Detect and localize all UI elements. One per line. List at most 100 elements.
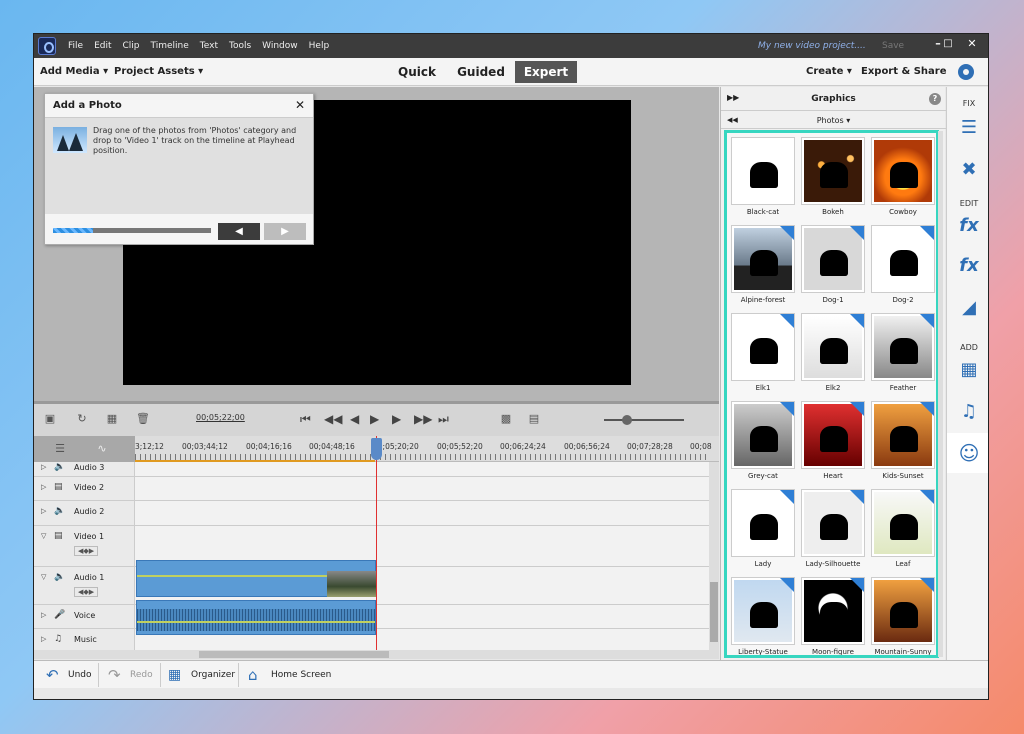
photo-item[interactable]: Elk2	[801, 313, 865, 397]
organizer-icon[interactable]: ▦	[168, 661, 181, 689]
track-settings-icon[interactable]: ☰	[54, 443, 66, 455]
camera-icon[interactable]: ▣	[44, 413, 56, 425]
redo-icon[interactable]: ↷	[108, 661, 121, 689]
photo-item[interactable]: Alpine-forest	[731, 225, 795, 309]
expand-icon[interactable]: ▤	[528, 413, 540, 425]
menu-tools[interactable]: Tools	[229, 34, 251, 58]
popup-prev-button[interactable]: ◀	[218, 223, 260, 240]
photo-item[interactable]: Heart	[801, 401, 865, 485]
play-icon[interactable]: ▶	[370, 412, 379, 426]
menu-edit[interactable]: Edit	[94, 34, 111, 58]
zoom-slider[interactable]	[604, 419, 684, 421]
goto-start-icon[interactable]: ⏮	[300, 412, 311, 426]
redo-button[interactable]: Redo	[130, 661, 153, 689]
effects-controls-icon[interactable]: fx	[957, 215, 981, 237]
menu-timeline[interactable]: Timeline	[151, 34, 189, 58]
track-audio-2[interactable]: ▷ 🔈 Audio 2	[34, 501, 709, 526]
smart-fix-icon[interactable]: ▦	[106, 413, 118, 425]
photo-item[interactable]: Cowboy	[871, 137, 935, 221]
expand-icon[interactable]: ▷	[41, 483, 46, 491]
photo-item[interactable]: Kids-Sunset	[871, 401, 935, 485]
photo-item[interactable]: Dog-1	[801, 225, 865, 309]
photo-item[interactable]: Bokeh	[801, 137, 865, 221]
playhead-handle[interactable]	[371, 438, 382, 460]
panel-scrollbar[interactable]	[938, 131, 943, 657]
timecode-display[interactable]: 00;05;22;00	[196, 413, 245, 422]
expand-icon[interactable]: ▷	[41, 507, 46, 515]
photo-item[interactable]: Liberty-Statue	[731, 577, 795, 655]
menu-clip[interactable]: Clip	[123, 34, 140, 58]
menu-text[interactable]: Text	[200, 34, 218, 58]
photo-item[interactable]: Lady	[731, 489, 795, 573]
back-icon[interactable]: ◀◀	[727, 112, 738, 129]
photo-item[interactable]: Lady-Silhouette	[801, 489, 865, 573]
help-icon[interactable]: ?	[929, 93, 941, 105]
frame-back-icon[interactable]: ◀	[350, 412, 359, 426]
undo-button[interactable]: Undo	[68, 661, 92, 689]
trash-icon[interactable]: 🗑	[136, 413, 150, 425]
photo-item[interactable]: Grey-cat	[731, 401, 795, 485]
audio-wave-icon[interactable]: ∿	[96, 443, 108, 455]
audio-clip[interactable]	[136, 600, 376, 635]
tab-expert[interactable]: Expert	[515, 61, 577, 83]
music-icon[interactable]: ♫	[957, 401, 981, 423]
photo-item[interactable]: Leaf	[871, 489, 935, 573]
transitions-icon[interactable]: ◢	[957, 297, 981, 319]
graphics-tab[interactable]: ☺	[947, 433, 988, 473]
menu-help[interactable]: Help	[309, 34, 330, 58]
titles-icon[interactable]: ▦	[957, 359, 981, 381]
add-media-menu[interactable]: Add Media ▾	[40, 58, 108, 86]
undo-icon[interactable]: ↶	[46, 661, 59, 689]
photo-silhouette	[890, 250, 918, 276]
project-assets-menu[interactable]: Project Assets ▾	[114, 58, 203, 86]
adjust-sliders-icon[interactable]: ☰	[957, 117, 981, 139]
scrollbar-thumb[interactable]	[710, 582, 718, 642]
track-header: ▷ 🎤 Voice	[34, 605, 135, 628]
timeline-vertical-scrollbar[interactable]	[709, 462, 719, 659]
photo-item[interactable]: Mountain-Sunny	[871, 577, 935, 655]
save-button[interactable]: Save	[882, 34, 904, 58]
tab-guided[interactable]: Guided	[455, 61, 507, 83]
maximize-button[interactable]: □	[938, 36, 958, 52]
zoom-slider-handle[interactable]	[622, 415, 632, 425]
fit-icon[interactable]: ▩	[500, 413, 512, 425]
track-audio-3[interactable]: ▷ 🔈 Audio 3	[34, 462, 709, 477]
photo-item[interactable]: Feather	[871, 313, 935, 397]
export-share-button[interactable]: Export & Share	[861, 58, 947, 86]
step-forward-icon[interactable]: ▶▶	[414, 412, 432, 426]
track-video-2[interactable]: ▷ ▤ Video 2	[34, 477, 709, 501]
category-dropdown[interactable]: ◀◀ Photos ▾	[721, 112, 946, 129]
expand-icon[interactable]: ▷	[41, 611, 46, 619]
photo-item[interactable]: Black-cat	[731, 137, 795, 221]
photo-item[interactable]: Elk1	[731, 313, 795, 397]
collapse-icon[interactable]: ▽	[41, 573, 46, 581]
photo-item[interactable]: Moon-figure	[801, 577, 865, 655]
organizer-button[interactable]: Organizer	[191, 661, 235, 689]
video-clip[interactable]	[136, 560, 376, 597]
timeline-horizontal-scrollbar[interactable]	[34, 650, 719, 659]
collapse-icon[interactable]: ▽	[41, 532, 46, 540]
step-back-icon[interactable]: ◀◀	[324, 412, 342, 426]
home-icon[interactable]: ⌂	[248, 661, 258, 689]
photo-item[interactable]: Dog-2	[871, 225, 935, 309]
menu-file[interactable]: File	[68, 34, 83, 58]
photo-silhouette	[890, 162, 918, 188]
close-window-button[interactable]: ✕	[962, 36, 982, 52]
popup-close-icon[interactable]: ✕	[295, 98, 305, 112]
rotate-icon[interactable]: ↻	[76, 413, 88, 425]
keyframe-controls[interactable]: ◀◆▶	[74, 546, 99, 556]
goto-end-icon[interactable]: ⏭	[438, 412, 449, 426]
expand-icon[interactable]: ▷	[41, 463, 46, 471]
expand-icon[interactable]: ▷	[41, 635, 46, 643]
popup-next-button[interactable]: ▶	[264, 223, 306, 240]
tab-quick[interactable]: Quick	[394, 61, 440, 83]
scrollbar-thumb[interactable]	[199, 651, 389, 658]
gear-icon[interactable]	[958, 64, 974, 80]
frame-forward-icon[interactable]: ▶	[392, 412, 401, 426]
effects-icon[interactable]: fx	[957, 255, 981, 277]
tools-icon[interactable]: ✖	[957, 159, 981, 181]
menu-window[interactable]: Window	[262, 34, 298, 58]
home-screen-button[interactable]: Home Screen	[271, 661, 331, 689]
keyframe-controls[interactable]: ◀◆▶	[74, 587, 99, 597]
create-menu[interactable]: Create ▾	[806, 58, 852, 86]
